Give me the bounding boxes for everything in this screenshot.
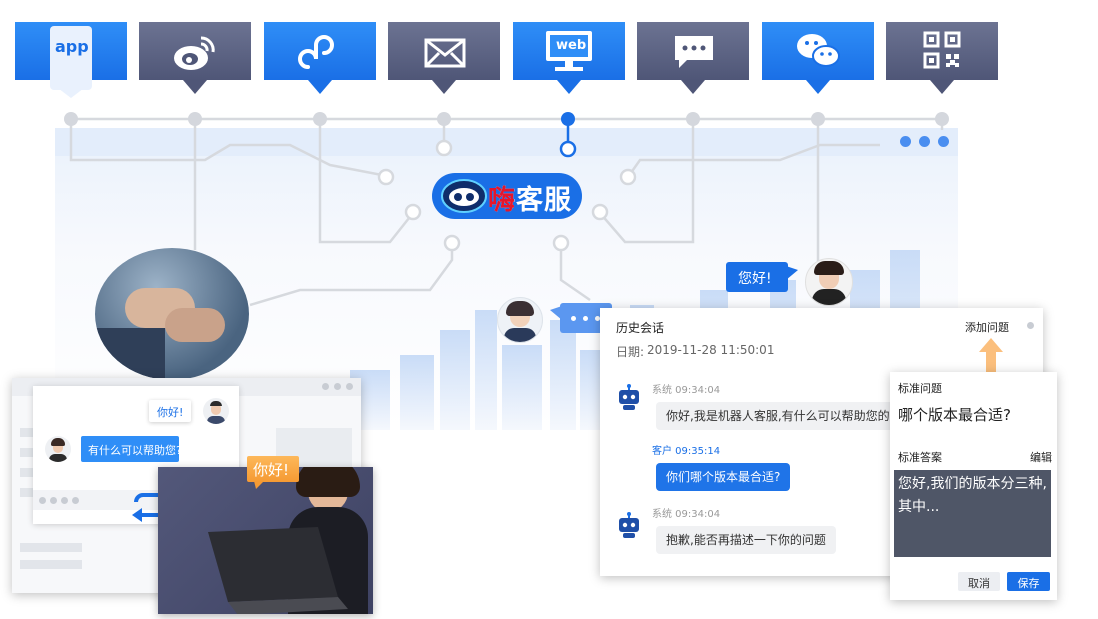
arrow-up-icon xyxy=(979,338,1003,372)
male-agent-avatar xyxy=(203,398,229,424)
video-greeting-text: 你好! xyxy=(253,461,290,479)
history-title: 历史会话 xyxy=(616,321,665,335)
brand-red-accent: 嗨客服 xyxy=(488,178,514,212)
message-sender: 系统 09:34:04 xyxy=(652,509,721,520)
agent-reply-bubble: 你好! xyxy=(149,400,191,422)
greeting-bubble-text: 您好! xyxy=(738,271,772,287)
placeholder-bar xyxy=(20,543,82,552)
typing-bubble-tail xyxy=(550,306,562,320)
message-bubble: 你好,我是机器人客服,有什么可以帮助您的? xyxy=(656,402,906,430)
save-button-label: 保存 xyxy=(1017,577,1040,590)
channel-tile-wechat[interactable] xyxy=(762,22,874,94)
add-question-button[interactable]: 添加问题 xyxy=(965,319,1009,335)
video-greeting-bubble: 你好! xyxy=(247,456,299,482)
robot-face-icon xyxy=(441,179,487,213)
cancel-button-label: 取消 xyxy=(968,577,990,590)
standard-answer-text: 您好,我们的版本分三种,其中... xyxy=(898,476,1047,515)
greeting-bubble-tail xyxy=(786,266,798,280)
connector-node xyxy=(188,112,202,126)
cancel-button[interactable]: 取消 xyxy=(958,572,1000,591)
agent-avatar xyxy=(805,258,853,306)
panel-status-dot xyxy=(1027,322,1034,329)
date-value: 2019-11-28 11:50:01 xyxy=(647,343,775,357)
message-bubble-customer: 你们哪个版本最合适? xyxy=(656,463,791,491)
connector-node xyxy=(437,112,451,126)
video-call-photo xyxy=(158,467,373,614)
channel-label-app: app xyxy=(55,37,89,56)
brand-logo: 嗨客服 嗨客服 xyxy=(432,173,582,219)
teamwork-photo xyxy=(95,248,249,380)
connector-node xyxy=(811,112,825,126)
connector-node xyxy=(686,112,700,126)
typing-dot xyxy=(50,497,57,504)
message-bubble: 抱歉,能否再描述一下你的问题 xyxy=(656,526,836,554)
greeting-bubble: 您好! xyxy=(726,262,788,292)
miniprogram-icon xyxy=(298,35,334,69)
date-label: 日期: xyxy=(616,345,645,359)
mail-icon xyxy=(424,38,466,68)
robot-avatar-icon xyxy=(619,384,639,410)
typing-dot xyxy=(571,316,576,321)
standard-qa-panel: 标准问题 哪个版本最合适? 标准答案 编辑 您好,我们的版本分三种,其中... … xyxy=(890,372,1057,600)
app-icon-pointer xyxy=(50,82,92,98)
window-dot xyxy=(346,383,353,390)
typing-dot xyxy=(39,497,46,504)
channel-label-web: web xyxy=(556,38,587,53)
channel-tile-app[interactable]: app xyxy=(15,22,127,98)
support-avatar xyxy=(497,297,543,343)
save-button[interactable]: 保存 xyxy=(1007,572,1050,591)
brand-first-char: 嗨客服 xyxy=(488,185,514,212)
message-icon xyxy=(675,36,713,68)
connector-node xyxy=(313,112,327,126)
channel-tile-email[interactable] xyxy=(388,22,500,94)
standard-question-text: 哪个版本最合适? xyxy=(898,406,1011,424)
connector-node xyxy=(64,112,78,126)
message-sender: 系统 09:34:04 xyxy=(652,385,721,396)
channel-tile-sms[interactable] xyxy=(637,22,749,94)
agent-reply-text: 你好! xyxy=(157,406,184,419)
channel-tile-web[interactable]: web xyxy=(513,22,625,94)
video-greeting-tail xyxy=(254,481,264,489)
channel-tile-weibo[interactable] xyxy=(139,22,251,94)
standard-answer-title: 标准答案 xyxy=(898,451,942,464)
typing-dot xyxy=(72,497,79,504)
edit-button[interactable]: 编辑 xyxy=(1030,449,1052,465)
weibo-icon xyxy=(174,36,215,70)
channel-tile-miniprogram[interactable] xyxy=(264,22,376,94)
typing-dot xyxy=(583,316,588,321)
connector-node xyxy=(935,112,949,126)
app-icon xyxy=(50,26,92,90)
female-customer-avatar xyxy=(45,436,71,462)
qrcode-icon xyxy=(923,31,961,69)
message-sender-customer: 客户 09:35:14 xyxy=(652,446,721,457)
connector-node-active xyxy=(561,112,575,126)
window-dot xyxy=(334,383,341,390)
window-dot xyxy=(322,383,329,390)
standard-answer-box[interactable]: 您好,我们的版本分三种,其中... xyxy=(894,470,1051,557)
wechat-icon xyxy=(797,34,840,67)
standard-question-title: 标准问题 xyxy=(898,382,942,395)
channel-tile-qrcode[interactable] xyxy=(886,22,998,94)
laptop-illustration xyxy=(208,527,348,614)
customer-question-text: 有什么可以帮助您? xyxy=(88,444,182,457)
typing-dot xyxy=(61,497,68,504)
placeholder-bar xyxy=(20,560,82,569)
robot-avatar-icon xyxy=(619,512,639,538)
customer-question-bubble: 有什么可以帮助您? xyxy=(81,436,182,462)
